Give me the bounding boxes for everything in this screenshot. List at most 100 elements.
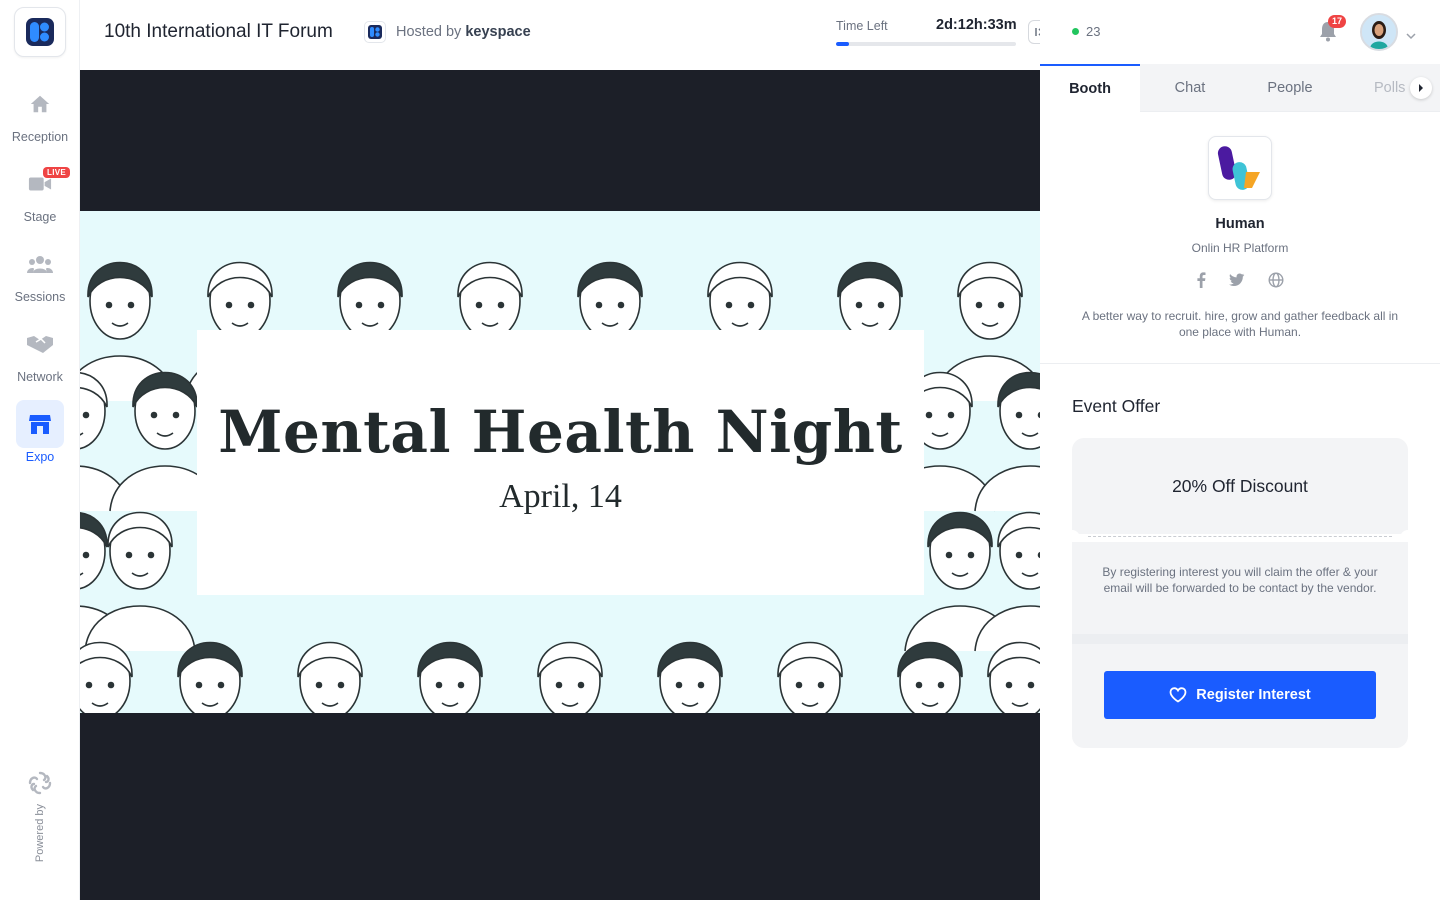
illustration-eye bbox=[577, 681, 585, 689]
illustration-eye bbox=[457, 681, 465, 689]
host-logo-icon bbox=[368, 25, 382, 39]
event-offer: Event Offer 20% Off Discount By register… bbox=[1040, 364, 1440, 900]
booth-tagline: Onlin HR Platform bbox=[1191, 241, 1289, 255]
illustration-eye bbox=[435, 681, 443, 689]
app-logo-icon bbox=[26, 18, 54, 46]
offer-ticket: 20% Off Discount bbox=[1072, 438, 1408, 534]
banner-title: Mental Health Night bbox=[218, 398, 903, 466]
illustration-eye bbox=[675, 681, 683, 689]
time-left-value: 2d:12h:33m bbox=[936, 17, 1017, 33]
register-interest-label: Register Interest bbox=[1196, 687, 1311, 703]
illustration-eye bbox=[247, 301, 255, 309]
users-group-icon bbox=[16, 240, 64, 288]
booth-name: Human bbox=[1215, 216, 1265, 232]
powered-by: Powered by bbox=[18, 770, 62, 862]
illustration-eye bbox=[555, 681, 563, 689]
illustration-eye bbox=[725, 301, 733, 309]
online-status-dot bbox=[1072, 28, 1079, 35]
illustration-eye bbox=[172, 411, 180, 419]
host-logo bbox=[364, 21, 386, 43]
nav-label-stage: Stage bbox=[23, 210, 57, 224]
nav-item-reception[interactable]: Reception bbox=[0, 80, 80, 144]
illustration-eye bbox=[1015, 411, 1023, 419]
human-logo-icon bbox=[1217, 146, 1260, 190]
nav-label-expo: Expo bbox=[25, 450, 55, 464]
illustration-eye bbox=[147, 551, 155, 559]
tab-people[interactable]: People bbox=[1240, 64, 1340, 112]
left-navigation: Reception LIVE Stage Sessions Network Ex… bbox=[0, 0, 80, 900]
app-logo[interactable] bbox=[14, 7, 66, 57]
illustration-eye bbox=[697, 681, 705, 689]
illustration-eye bbox=[355, 301, 363, 309]
nav-item-sessions[interactable]: Sessions bbox=[0, 240, 80, 304]
event-banner: Mental Health Night April, 14 bbox=[80, 211, 1040, 713]
illustration-eye bbox=[315, 681, 323, 689]
illustration-eye bbox=[85, 681, 93, 689]
hosted-by-prefix: Hosted by bbox=[396, 24, 462, 40]
booth-social-links bbox=[1196, 271, 1284, 289]
illustration-shoulders bbox=[974, 465, 1040, 512]
booth-description: A better way to recruit. hire, grow and … bbox=[1081, 309, 1399, 339]
nav-item-expo[interactable]: Expo bbox=[0, 400, 80, 464]
illustration-eye bbox=[967, 551, 975, 559]
illustration-eye bbox=[150, 411, 158, 419]
booth-info: Human Onlin HR Platform A better way to … bbox=[1040, 112, 1440, 364]
illustration-eye bbox=[475, 301, 483, 309]
chevron-down-icon[interactable] bbox=[1406, 27, 1416, 45]
video-camera-icon: LIVE bbox=[16, 160, 70, 208]
facebook-icon[interactable] bbox=[1196, 272, 1206, 288]
event-title: 10th International IT Forum bbox=[104, 21, 333, 42]
tab-booth[interactable]: Booth bbox=[1040, 64, 1140, 112]
handshake-icon bbox=[16, 320, 64, 368]
nav-label-network: Network bbox=[17, 370, 63, 384]
live-badge: LIVE bbox=[43, 167, 70, 178]
tabs-scroll-right-button[interactable] bbox=[1410, 77, 1432, 99]
register-interest-button[interactable]: Register Interest bbox=[1104, 671, 1376, 719]
nav-item-stage[interactable]: LIVE Stage bbox=[0, 160, 80, 224]
heart-icon bbox=[1169, 687, 1187, 703]
nav-item-network[interactable]: Network bbox=[0, 320, 80, 384]
ticket-edge bbox=[1072, 634, 1408, 644]
illustration-eye bbox=[125, 551, 133, 559]
illustration-eye bbox=[225, 301, 233, 309]
illustration-eye bbox=[937, 681, 945, 689]
notification-badge: 17 bbox=[1328, 15, 1346, 28]
tab-chat[interactable]: Chat bbox=[1140, 64, 1240, 112]
illustration-eye bbox=[82, 551, 90, 559]
banner-date: April, 14 bbox=[499, 478, 622, 515]
illustration-eye bbox=[1027, 681, 1035, 689]
illustration-eye bbox=[82, 411, 90, 419]
illustration-eye bbox=[817, 681, 825, 689]
offer-ticket-details: By registering interest you will claim t… bbox=[1072, 542, 1408, 748]
sidebar-tabs: Booth Chat People Polls bbox=[1040, 64, 1440, 112]
globe-icon[interactable] bbox=[1268, 272, 1284, 288]
illustration-eye bbox=[127, 301, 135, 309]
host-name[interactable]: keyspace bbox=[465, 24, 530, 40]
online-count: 23 bbox=[1086, 24, 1101, 39]
home-icon bbox=[16, 80, 64, 128]
illustration-eye bbox=[975, 301, 983, 309]
illustration-eye bbox=[795, 681, 803, 689]
illustration-eye bbox=[195, 681, 203, 689]
user-avatar[interactable] bbox=[1360, 13, 1398, 51]
banner-card: Mental Health Night April, 14 bbox=[197, 330, 924, 595]
twitter-icon[interactable] bbox=[1229, 273, 1245, 287]
illustration-eye bbox=[497, 301, 505, 309]
powered-by-label: Powered by bbox=[34, 804, 46, 863]
nav-label-reception: Reception bbox=[11, 130, 69, 144]
illustration-eye bbox=[947, 411, 955, 419]
illustration-eye bbox=[945, 551, 953, 559]
nav-label-sessions: Sessions bbox=[14, 290, 66, 304]
video-player[interactable]: Mental Health Night April, 14 bbox=[80, 70, 1040, 900]
storefront-icon bbox=[16, 400, 64, 448]
right-header: 23 17 bbox=[1040, 0, 1440, 64]
illustration-eye bbox=[595, 301, 603, 309]
brand-swirl-icon bbox=[28, 771, 52, 795]
illustration-eye bbox=[915, 681, 923, 689]
user-avatar-image bbox=[1362, 15, 1396, 49]
illustration-eye bbox=[877, 301, 885, 309]
illustration-eye bbox=[855, 301, 863, 309]
illustration-eye bbox=[217, 681, 225, 689]
illustration-eye bbox=[105, 301, 113, 309]
chevron-right-icon bbox=[1419, 84, 1423, 92]
